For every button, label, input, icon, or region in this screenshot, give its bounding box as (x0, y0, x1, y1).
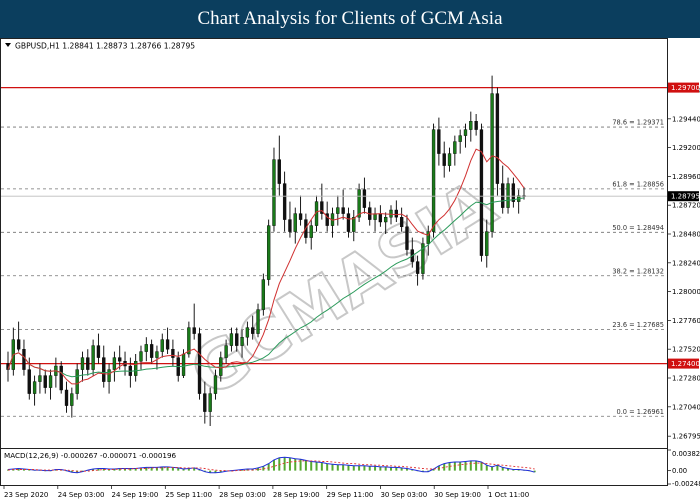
key-level-tag-label: 1.27400 (671, 360, 700, 368)
price-tick-label: 1.28480 (672, 231, 700, 239)
candle (421, 237, 425, 280)
candle (495, 87, 500, 196)
macd-histogram-bar (294, 458, 297, 471)
time-tick-label: 30 Sep 03:00 (380, 491, 427, 499)
macd-histogram-bar (336, 464, 339, 471)
candle (272, 147, 276, 232)
time-tick-label: 29 Sep 11:00 (327, 491, 374, 499)
macd-histogram-bar (363, 465, 366, 471)
macd-histogram-bar (374, 466, 377, 471)
time-tick-label: 28 Sep 03:00 (219, 491, 266, 499)
macd-histogram-bar (485, 465, 488, 471)
fib-label: 38.2 = 1.28132 (612, 267, 664, 275)
macd-histogram-bar (283, 457, 286, 471)
banner: Chart Analysis for Clients of GCM Asia (0, 0, 700, 38)
chart: GCMASIA 78.6 = 1.2937161.8 = 1.2885650.0… (0, 38, 700, 499)
price-tick-label: 1.27040 (672, 403, 700, 411)
macd-histogram-bar (459, 462, 462, 471)
price-tick-label: 1.29440 (672, 115, 700, 123)
macd-histogram-bar (358, 465, 361, 471)
fib-label: 50.0 = 1.28494 (612, 224, 664, 232)
banner-title: Chart Analysis for Clients of GCM Asia (197, 8, 503, 29)
candle (266, 219, 271, 286)
macd-histogram-bar (475, 460, 478, 471)
price-panel-frame (0, 38, 668, 449)
price-tick-label: 1.27760 (672, 317, 700, 325)
macd-histogram-bar (347, 465, 350, 471)
price-tick-label: 1.26795 (672, 433, 700, 441)
macd-histogram-bar (315, 462, 318, 471)
time-tick-label: 24 Sep 19:00 (112, 491, 159, 499)
macd-histogram-bar (342, 464, 345, 471)
macd-histogram-bar (469, 460, 472, 471)
price-tick-label: 1.27280 (672, 375, 700, 383)
candle (261, 273, 266, 316)
price-tick-label: 1.28960 (672, 173, 700, 181)
macd-histogram-bar (352, 465, 355, 471)
price-tick-label: 1.28720 (672, 202, 700, 210)
symbol-info: GBPUSD,H1 1.28841 1.28873 1.28766 1.2879… (15, 42, 195, 51)
macd-histogram-bar (272, 459, 275, 471)
time-tick-label: 24 Sep 03:00 (58, 491, 105, 499)
macd-histogram-bar (320, 462, 323, 471)
fib-label: 78.6 = 1.29371 (612, 119, 664, 127)
macd-histogram-bar (267, 463, 270, 471)
macd-histogram-bar (331, 464, 334, 471)
candle (59, 361, 63, 394)
price-tick-label: 1.28240 (672, 259, 700, 267)
price-tick-label: 1.29200 (672, 144, 700, 152)
time-axis: 23 Sep 2020 24 Sep 03:00 24 Sep 19:00 25 Se… (3, 486, 529, 499)
candle (431, 123, 436, 238)
macd-axis: 0.003829 0.00 -0.002483 (667, 449, 700, 488)
macd-tick-label: 0.00 (672, 467, 687, 475)
macd-label: MACD(12,26,9) -0.000267 -0.000071 -0.000… (4, 451, 177, 460)
candle (197, 327, 202, 400)
macd-histogram-bar (379, 466, 382, 471)
time-tick-label: 30 Sep 19:00 (434, 491, 481, 499)
macd-histogram-bar (496, 465, 499, 471)
macd-histogram-bar (304, 460, 307, 471)
macd-histogram-bar (491, 466, 494, 471)
current-price-tag-label: 1.28795 (671, 193, 700, 201)
key-level-tag-label: 1.29700 (671, 84, 700, 92)
macd-histogram-bar (326, 463, 329, 471)
time-tick-label: 25 Sep 11:00 (165, 491, 212, 499)
time-tick-label: 28 Sep 19:00 (273, 491, 320, 499)
macd-histogram-bar (310, 461, 313, 471)
fib-label: 0.0 = 1.26961 (617, 408, 664, 416)
macd-tick-label: -0.002483 (672, 480, 700, 488)
time-tick-label: 1 Oct 11:00 (488, 491, 529, 499)
fib-label: 23.6 = 1.27685 (612, 321, 664, 329)
candle (479, 123, 484, 262)
fib-label: 61.8 = 1.28856 (612, 180, 664, 188)
price-tick-label: 1.28000 (672, 288, 700, 296)
time-tick-label: 23 Sep 2020 (4, 491, 48, 499)
price-tick-label: 1.27520 (672, 346, 700, 354)
macd-histogram-bar (464, 461, 467, 471)
macd-histogram-bar (453, 462, 456, 471)
macd-histogram-bar (368, 466, 371, 471)
macd-tick-label: 0.003829 (672, 450, 700, 458)
macd-histogram-bar (288, 457, 291, 471)
